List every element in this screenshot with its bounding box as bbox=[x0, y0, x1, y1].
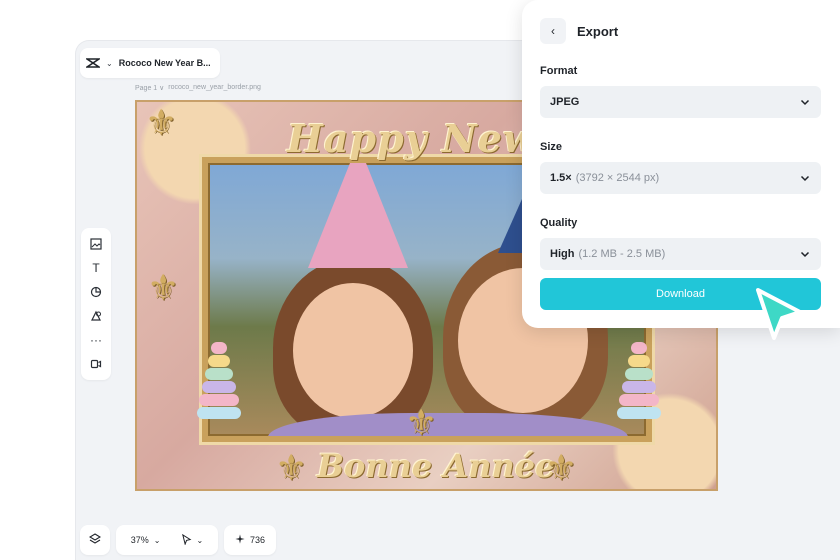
frame-bottom-text: Bonne Année bbox=[317, 447, 556, 485]
fleur-de-lis-icon: ⚜ bbox=[275, 447, 308, 488]
credit-count: 736 bbox=[249, 535, 266, 545]
shapes-icon[interactable] bbox=[85, 282, 107, 302]
pointer-cursor-icon bbox=[752, 286, 806, 348]
export-panel: ‹ Export Format JPEG Size 1.5× (3792 × 2… bbox=[522, 0, 840, 328]
fleur-de-lis-icon: ⚜ bbox=[145, 102, 178, 143]
more-icon[interactable]: ··· bbox=[85, 330, 107, 350]
page-label: Page 1 ∨ rococo_new_year_border.png bbox=[135, 84, 261, 92]
back-button[interactable]: ‹ bbox=[540, 18, 566, 44]
size-label: Size bbox=[540, 141, 563, 153]
zoom-and-pointer-controls: 37% ⌄ ⌄ bbox=[116, 525, 218, 555]
chevron-down-icon[interactable]: ⌄ bbox=[197, 536, 204, 545]
clothing bbox=[268, 413, 628, 436]
quality-label: Quality bbox=[540, 217, 578, 229]
party-hat-pink bbox=[308, 163, 408, 268]
media-icon[interactable] bbox=[85, 354, 107, 374]
chevron-left-icon: ‹ bbox=[551, 24, 555, 38]
chevron-down-icon bbox=[799, 248, 811, 260]
chevron-down-icon bbox=[799, 172, 811, 184]
fleur-de-lis-icon: ⚜ bbox=[147, 267, 180, 308]
tool-rail: T ··· bbox=[81, 228, 111, 380]
format-select[interactable]: JPEG bbox=[540, 86, 821, 118]
chevron-down-icon bbox=[799, 96, 811, 108]
panel-title: Export bbox=[577, 24, 619, 39]
capcut-logo-icon bbox=[86, 56, 100, 70]
pointer-tool-icon[interactable] bbox=[181, 533, 192, 547]
macaron-tower-right bbox=[617, 342, 661, 420]
chevron-down-icon[interactable]: ⌄ bbox=[106, 59, 113, 68]
fleur-de-lis-icon: ⚜ bbox=[405, 402, 438, 443]
layers-icon bbox=[88, 533, 102, 547]
quality-value: High bbox=[550, 248, 575, 260]
chevron-down-icon[interactable]: ⌄ bbox=[154, 536, 161, 545]
fleur-de-lis-icon: ⚜ bbox=[545, 447, 578, 488]
document-menu[interactable]: ⌄ Rococo New Year B... bbox=[80, 48, 220, 78]
quality-detail: (1.2 MB - 2.5 MB) bbox=[578, 248, 666, 260]
child-left-face bbox=[293, 283, 413, 418]
zoom-level[interactable]: 37% bbox=[131, 535, 149, 545]
layers-button[interactable] bbox=[80, 525, 110, 555]
file-name: rococo_new_year_border.png bbox=[168, 84, 261, 91]
quality-select[interactable]: High (1.2 MB - 2.5 MB) bbox=[540, 238, 821, 270]
size-detail: (3792 × 2544 px) bbox=[575, 172, 660, 184]
sparkle-icon bbox=[235, 534, 245, 546]
macaron-tower-left bbox=[197, 342, 241, 420]
text-icon[interactable]: T bbox=[85, 258, 107, 278]
elements-icon[interactable] bbox=[85, 306, 107, 326]
format-value: JPEG bbox=[550, 96, 580, 108]
document-title: Rococo New Year B... bbox=[118, 58, 211, 68]
image-add-icon[interactable] bbox=[85, 234, 107, 254]
page-selector[interactable]: Page 1 ∨ bbox=[135, 84, 164, 92]
sparkle-counter[interactable]: 736 bbox=[224, 525, 276, 555]
size-select[interactable]: 1.5× (3792 × 2544 px) bbox=[540, 162, 821, 194]
size-value: 1.5× bbox=[550, 172, 572, 184]
format-label: Format bbox=[540, 65, 578, 77]
